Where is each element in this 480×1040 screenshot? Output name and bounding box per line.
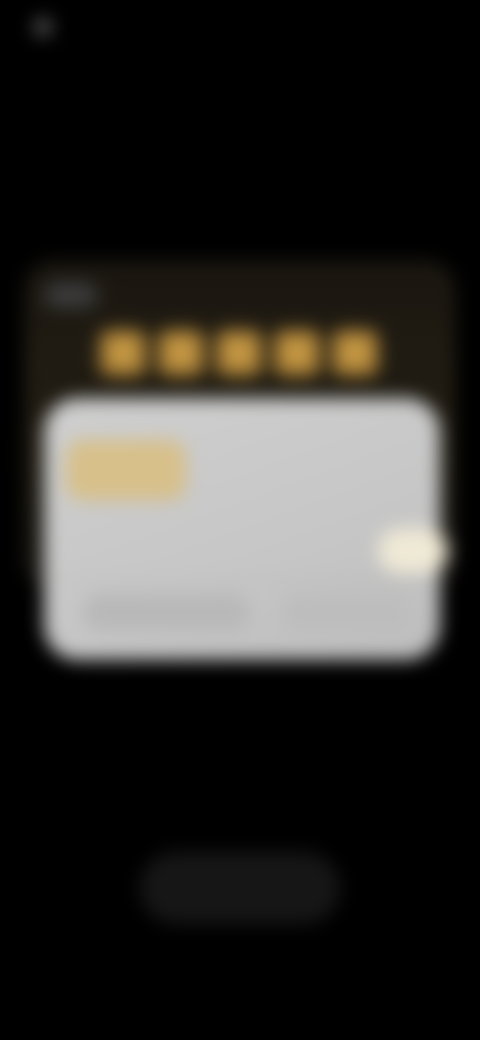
star-rating[interactable]: ★ ★ ★ ★ ★ [100,330,378,376]
star-icon[interactable]: ★ [274,330,320,376]
star-icon[interactable]: ★ [158,330,204,376]
blurred-content: ★ ★ ★ ★ ★ [0,0,480,1040]
dialog-divider [44,580,440,581]
dialog-accent [66,440,186,500]
app-screen: ★ ★ ★ ★ ★ [0,0,480,1040]
continue-button[interactable] [140,852,340,924]
card-badge [44,282,98,308]
status-icon [34,18,52,36]
dialog-primary-button[interactable] [280,594,410,630]
dialog-secondary-button[interactable] [82,594,250,630]
star-icon[interactable]: ★ [216,330,262,376]
rating-dialog [44,398,448,660]
status-bar-left [34,18,62,36]
star-icon[interactable]: ★ [100,330,146,376]
dialog-highlight [378,528,448,574]
star-icon[interactable]: ★ [332,330,378,376]
